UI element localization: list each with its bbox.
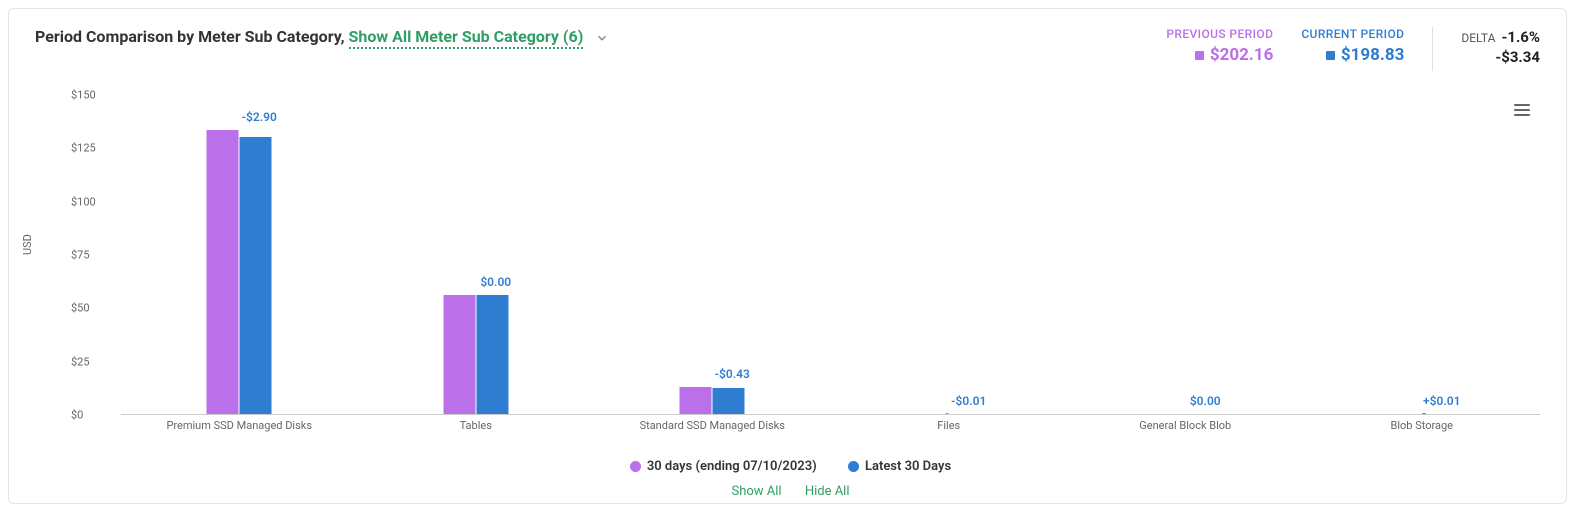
y-tick: $25: [71, 355, 90, 368]
card-header: Period Comparison by Meter Sub Category,…: [35, 27, 1540, 71]
y-tick: $100: [71, 195, 96, 208]
delta-label: DELTA: [1461, 31, 1495, 45]
legend-dot-previous-icon: [630, 461, 641, 472]
current-period-label: CURRENT PERIOD: [1301, 27, 1404, 41]
hide-all-button[interactable]: Hide All: [805, 484, 850, 499]
delta-summary: DELTA -1.6% -$3.34: [1461, 27, 1540, 66]
summary-divider: [1432, 27, 1433, 71]
y-axis-label: USD: [21, 234, 34, 255]
chart-area: USD $0$25$50$75$100$125$150 -$2.90Premiu…: [41, 95, 1540, 455]
bar-previous[interactable]: [680, 387, 712, 414]
bar-current[interactable]: [713, 388, 745, 414]
previous-period-summary: PREVIOUS PERIOD $202.16: [1166, 27, 1273, 65]
x-tick: Files: [937, 419, 960, 432]
bar-group: [207, 130, 272, 414]
current-period-value: $198.83: [1301, 45, 1404, 65]
period-comparison-card: Period Comparison by Meter Sub Category,…: [8, 8, 1567, 504]
legend-dot-current-icon: [848, 461, 859, 472]
previous-period-label: PREVIOUS PERIOD: [1166, 27, 1273, 41]
bar-previous[interactable]: [207, 130, 239, 414]
y-tick: $75: [71, 249, 90, 262]
y-tick: $50: [71, 302, 90, 315]
y-tick: $150: [71, 89, 96, 102]
bar-group: [443, 295, 508, 414]
chart-inner: $0$25$50$75$100$125$150 -$2.90Premium SS…: [41, 95, 1540, 415]
bar-delta-label: +$0.01: [1423, 394, 1460, 408]
bar-group: [945, 413, 952, 414]
legend-actions: Show All Hide All: [41, 484, 1540, 499]
card-title: Period Comparison by Meter Sub Category,…: [35, 27, 609, 46]
bar-delta-label: -$0.43: [715, 367, 750, 381]
show-all-link[interactable]: Show All Meter Sub Category (6): [349, 27, 584, 49]
show-all-button[interactable]: Show All: [731, 484, 781, 499]
chevron-down-icon[interactable]: [595, 27, 609, 46]
x-tick: Tables: [460, 419, 492, 432]
bar-group: [1418, 413, 1425, 414]
bar-current[interactable]: [1422, 413, 1425, 414]
chart-legend: 30 days (ending 07/10/2023) Latest 30 Da…: [41, 459, 1540, 474]
title-prefix: Period Comparison by Meter Sub Category,: [35, 27, 349, 46]
bar-previous[interactable]: [945, 413, 948, 414]
plot-area: -$2.90Premium SSD Managed Disks$0.00Tabl…: [121, 95, 1540, 415]
bar-delta-label: -$2.90: [242, 110, 277, 124]
current-swatch-icon: [1326, 51, 1335, 60]
previous-period-value: $202.16: [1166, 45, 1273, 65]
delta-percent: -1.6%: [1501, 28, 1540, 46]
current-period-summary: CURRENT PERIOD $198.83: [1301, 27, 1404, 65]
bar-current[interactable]: [240, 137, 272, 414]
bar-current[interactable]: [476, 295, 508, 414]
delta-amount: -$3.34: [1461, 48, 1540, 66]
legend-item-current[interactable]: Latest 30 Days: [848, 459, 951, 474]
bar-delta-label: $0.00: [1190, 394, 1221, 408]
bar-delta-label: -$0.01: [951, 394, 986, 408]
summary-block: PREVIOUS PERIOD $202.16 CURRENT PERIOD $…: [1166, 27, 1540, 71]
y-tick: $0: [71, 409, 83, 422]
x-tick: General Block Blob: [1139, 419, 1231, 432]
x-tick: Standard SSD Managed Disks: [640, 419, 785, 432]
x-tick: Blob Storage: [1390, 419, 1453, 432]
previous-swatch-icon: [1195, 51, 1204, 60]
bar-group: [680, 387, 745, 414]
x-tick: Premium SSD Managed Disks: [166, 419, 312, 432]
y-tick: $125: [71, 142, 96, 155]
bar-previous[interactable]: [443, 295, 475, 414]
legend-item-previous[interactable]: 30 days (ending 07/10/2023): [630, 459, 817, 474]
bar-delta-label: $0.00: [480, 275, 511, 289]
